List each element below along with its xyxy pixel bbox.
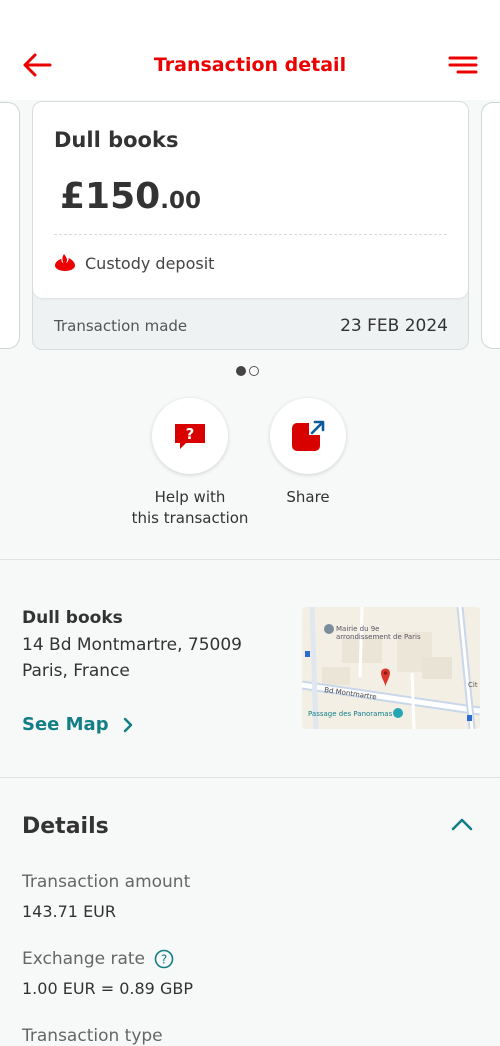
page-title: Transaction detail <box>153 54 347 76</box>
share-button[interactable] <box>270 398 346 474</box>
next-card-peek[interactable] <box>481 102 500 349</box>
svg-text:?: ? <box>186 425 195 443</box>
carousel-pagination <box>236 366 259 376</box>
amount-decimals: .00 <box>160 188 201 214</box>
transaction-card: Dull books £150.00 Custody deposit Trans… <box>32 101 469 350</box>
transaction-amount: £150.00 <box>60 176 201 217</box>
transaction-made-label: Transaction made <box>54 317 188 335</box>
details-heading: Details <box>22 814 109 839</box>
map-image: Mairie du 9e arrondissement de Paris Bd … <box>302 607 480 729</box>
address-line-1: 14 Bd Montmartre, 75009 <box>22 635 242 655</box>
transaction-amount-value: 143.71 EUR <box>22 902 117 921</box>
amount-main: £150 <box>60 176 161 217</box>
previous-card-peek[interactable] <box>0 102 20 349</box>
share-label: Share <box>286 488 330 506</box>
transaction-type-label: Transaction type <box>22 1026 163 1046</box>
help-button[interactable]: ? <box>152 398 228 474</box>
transaction-category: Custody deposit <box>85 254 215 273</box>
chevron-up-icon <box>451 818 473 831</box>
share-icon <box>292 419 325 451</box>
transaction-date: 23 FEB 2024 <box>340 316 448 336</box>
address-line-2: Paris, France <box>22 661 130 681</box>
location-map[interactable]: Mairie du 9e arrondissement de Paris Bd … <box>302 607 480 729</box>
menu-button[interactable] <box>446 50 480 80</box>
share-action: Share <box>228 398 388 508</box>
collapse-details-button[interactable] <box>449 815 475 835</box>
transaction-amount-label: Transaction amount <box>22 872 191 892</box>
see-map-link[interactable]: See Map <box>22 714 133 735</box>
help-chat-icon: ? <box>175 424 205 449</box>
map-label-arrondissement: arrondissement de Paris <box>336 633 421 641</box>
exchange-rate-info-button[interactable]: ? <box>154 949 174 969</box>
exchange-rate-label: Exchange rate <box>22 949 146 969</box>
section-divider <box>0 777 500 778</box>
map-label-passage: Passage des Panoramas <box>308 710 393 718</box>
map-label-mairie: Mairie du 9e <box>336 625 380 633</box>
app-header: Transaction detail <box>0 0 500 100</box>
hamburger-menu-icon <box>448 56 478 74</box>
chevron-right-icon <box>123 717 132 732</box>
merchant-name: Dull books <box>54 128 179 152</box>
merchant-address-name: Dull books <box>22 608 123 628</box>
question-circle-icon: ? <box>154 949 174 969</box>
santander-flame-icon <box>55 254 75 271</box>
transaction-card-body: Dull books £150.00 Custody deposit <box>33 102 468 298</box>
map-label-cit: Cit <box>468 681 478 689</box>
see-map-label: See Map <box>22 714 109 735</box>
section-divider <box>0 559 500 560</box>
svg-text:?: ? <box>161 953 167 967</box>
card-divider <box>54 234 447 235</box>
pagination-dot[interactable] <box>249 366 259 376</box>
exchange-rate-value: 1.00 EUR = 0.89 GBP <box>22 979 193 998</box>
pagination-dot-active[interactable] <box>236 366 246 376</box>
